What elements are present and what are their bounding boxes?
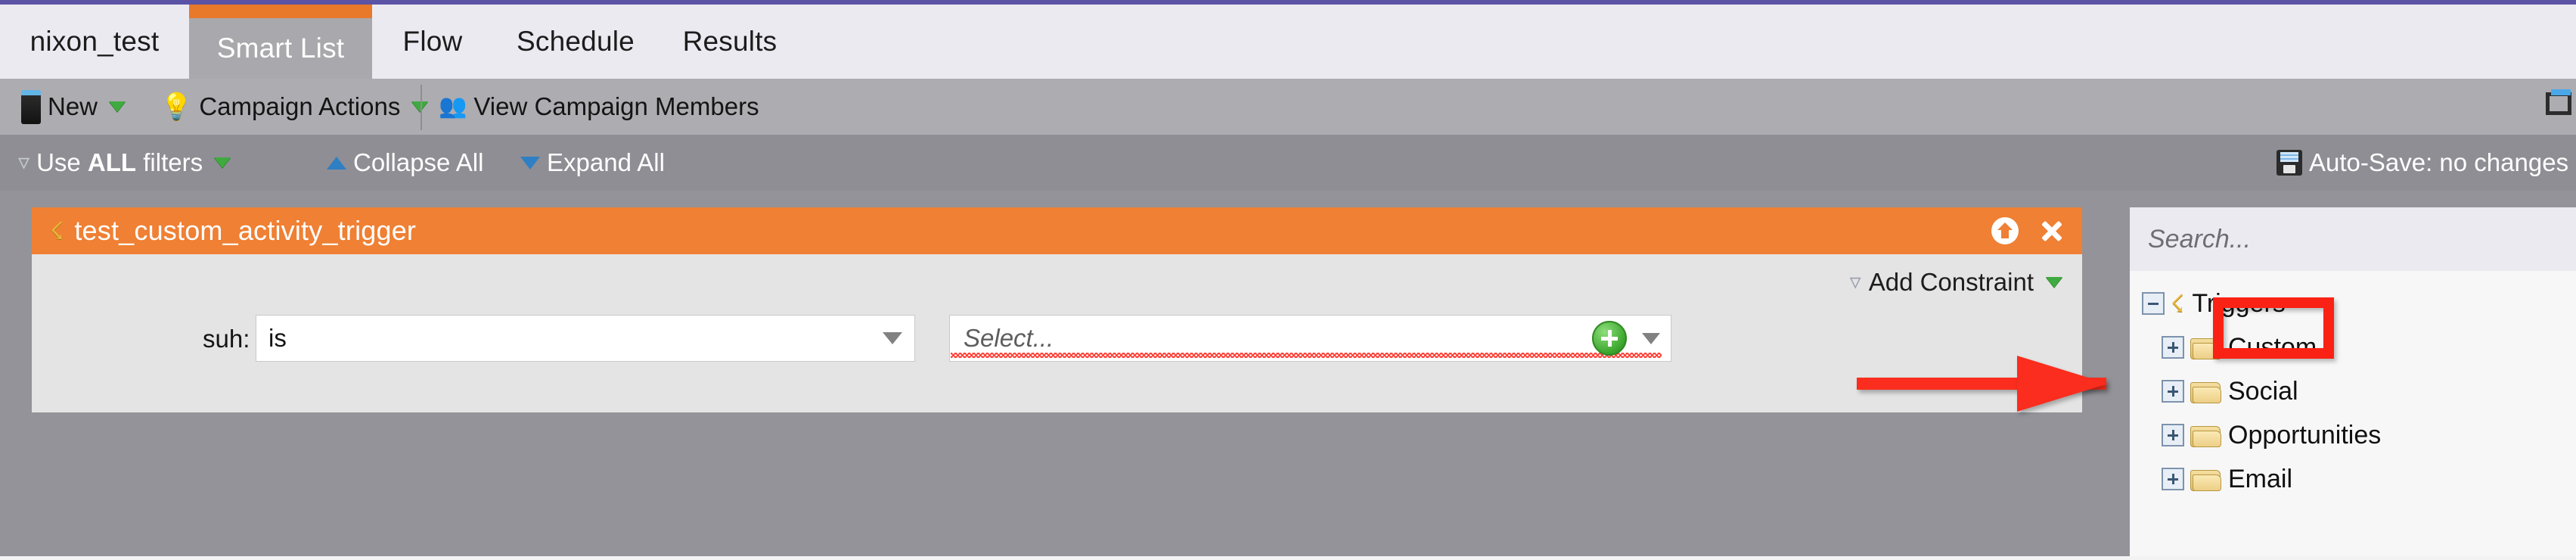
expand-plus-icon[interactable] [2162, 468, 2184, 490]
tab-label: Flow [402, 26, 463, 57]
filter-value-input[interactable]: Select... [949, 315, 1671, 362]
chevron-down-icon [214, 157, 231, 168]
tree-item-email[interactable]: Email [2130, 457, 2576, 501]
tree-item-opportunities[interactable]: Opportunities [2130, 413, 2576, 457]
window-bottom-edge [0, 556, 2576, 560]
view-campaign-members-button[interactable]: 👥 View Campaign Members [439, 79, 759, 135]
collapse-up-icon[interactable] [1991, 217, 2019, 244]
tab-label: Schedule [517, 26, 635, 57]
tree-item-label: Opportunities [2228, 420, 2382, 450]
new-document-icon [21, 89, 41, 124]
smart-list-filter-bar: ▿ Use ALL filters | Collapse All Expand … [0, 135, 2576, 306]
palette-search-placeholder: Search... [2148, 224, 2252, 254]
expand-all-button[interactable]: Expand All [520, 135, 665, 191]
tree-item-label: Email [2228, 464, 2293, 493]
use-all-filters-label: Use ALL filters [36, 148, 203, 176]
filter-card-header-buttons [1991, 207, 2064, 254]
new-button-label: New [48, 92, 98, 120]
lightning-bolt-icon: ☇ [50, 217, 64, 244]
filter-row: suh: is Select... [32, 315, 2082, 363]
lightbulb-icon: 💡 [160, 92, 193, 121]
chevron-down-icon [109, 101, 126, 112]
tab-schedule[interactable]: Schedule [493, 5, 658, 79]
chevron-down-icon [2046, 277, 2062, 288]
tab-flow[interactable]: Flow [372, 5, 493, 79]
auto-save-label: Auto-Save: no changes [2309, 148, 2569, 176]
filter-card-header: ☇ test_custom_activity_trigger [32, 207, 2082, 254]
folder-icon [2190, 468, 2221, 491]
collapse-minus-icon[interactable] [2142, 292, 2165, 315]
tab-label: Smart List [216, 33, 345, 64]
expand-all-label: Expand All [547, 148, 665, 176]
filter-operator-value: is [268, 324, 287, 352]
campaign-toolbar: New 💡 Campaign Actions 👥 View Campaign M… [0, 79, 2576, 135]
toolbar-divider [421, 85, 422, 130]
funnel-icon: ▿ [18, 150, 30, 175]
chevron-down-icon[interactable] [1642, 332, 1660, 344]
tree-item-label: Social [2228, 376, 2298, 406]
tab-label: Results [682, 26, 777, 57]
chevron-down-icon [883, 332, 902, 344]
lightning-bolt-icon: ☇ [2171, 290, 2185, 317]
filter-operator-select[interactable]: is [256, 315, 915, 362]
add-constraint-button[interactable]: ▿ Add Constraint [1850, 268, 2062, 297]
tab-results[interactable]: Results [658, 5, 802, 79]
tab-nixon-test[interactable]: nixon_test [0, 5, 189, 79]
triangle-up-icon [327, 156, 346, 170]
close-icon[interactable] [2038, 218, 2064, 244]
triangle-down-icon [520, 156, 540, 170]
add-plus-icon[interactable] [1592, 321, 1627, 356]
auto-save-status: Auto-Save: no changes [2277, 135, 2568, 191]
window-icon[interactable] [2546, 89, 2571, 115]
filter-card-body: ▿ Add Constraint suh: is Select... [32, 254, 2082, 412]
use-all-filters-button[interactable]: ▿ Use ALL filters [18, 135, 231, 191]
folder-icon [2190, 380, 2221, 403]
new-button[interactable]: New [21, 79, 126, 135]
tree-item-social[interactable]: Social [2130, 369, 2576, 413]
tree-item-custom[interactable]: Custom [2130, 325, 2576, 369]
expand-plus-icon[interactable] [2162, 424, 2184, 446]
filter-field-label: suh: [203, 325, 250, 353]
filter-card: ☇ test_custom_activity_trigger ▿ Add Con… [32, 207, 2082, 412]
marketo-smart-list-screen: nixon_test Smart List Flow Schedule Resu… [0, 0, 2576, 560]
tree-item-triggers[interactable]: ☇ Triggers [2130, 282, 2576, 325]
red-pointer-arrow-head [2017, 356, 2108, 412]
spellcheck-underline [951, 353, 1662, 358]
campaign-actions-button[interactable]: 💡 Campaign Actions [160, 79, 429, 135]
tab-strip: nixon_test Smart List Flow Schedule Resu… [0, 5, 2576, 79]
collapse-all-label: Collapse All [353, 148, 484, 176]
campaign-members-icon: 👥 [439, 94, 467, 119]
view-campaign-members-label: View Campaign Members [473, 92, 759, 120]
red-highlight-box [2213, 297, 2334, 359]
filter-card-title: test_custom_activity_trigger [74, 215, 417, 246]
expand-plus-icon[interactable] [2162, 336, 2184, 359]
filter-palette-panel: Search... ☇ Triggers Custom Social Oppor… [2130, 207, 2576, 560]
collapse-all-button[interactable]: Collapse All [327, 135, 483, 191]
palette-tree: ☇ Triggers Custom Social Opportunities E… [2130, 271, 2576, 501]
funnel-icon: ▿ [1849, 269, 1861, 294]
add-constraint-label: Add Constraint [1868, 268, 2034, 296]
floppy-disk-icon [2277, 150, 2302, 176]
palette-search-input[interactable]: Search... [2130, 207, 2576, 271]
tab-smart-list[interactable]: Smart List [189, 5, 372, 79]
filter-value-placeholder: Select... [964, 324, 1054, 352]
tab-label: nixon_test [29, 26, 160, 57]
campaign-actions-label: Campaign Actions [199, 92, 401, 120]
folder-icon [2190, 424, 2221, 447]
expand-plus-icon[interactable] [2162, 380, 2184, 403]
